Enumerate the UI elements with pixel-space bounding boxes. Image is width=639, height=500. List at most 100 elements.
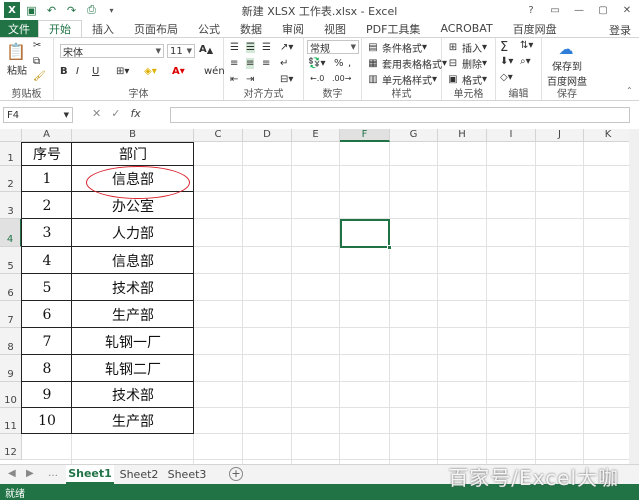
cell-b8[interactable]: 轧钢一厂 [72, 328, 194, 355]
tab-insert[interactable]: 插入 [82, 20, 124, 37]
number-format-select[interactable]: 常规 ▼ [307, 40, 359, 55]
merge-center-icon[interactable]: ⊟▾ [280, 74, 293, 85]
login-link[interactable]: 登录 [609, 22, 631, 38]
tab-acrobat[interactable]: ACROBAT [430, 20, 502, 37]
tab-view[interactable]: 视图 [314, 20, 356, 37]
cell-b1-header[interactable]: 部门 [72, 142, 194, 166]
name-box[interactable]: F4 ▼ [3, 107, 73, 123]
cell-a3[interactable]: 2 [22, 192, 72, 219]
decrease-indent-icon[interactable]: ⇤ [230, 74, 238, 85]
formula-input[interactable] [170, 107, 630, 123]
column-header-f[interactable]: F [340, 129, 390, 142]
help-button[interactable]: ? [519, 0, 543, 20]
row-header-2[interactable]: 2 [0, 166, 22, 192]
paste-button[interactable]: 📋 粘贴 [6, 40, 28, 78]
more-sheets-icon[interactable]: … [48, 468, 58, 479]
bold-button[interactable]: B [60, 66, 68, 77]
wrap-text-icon[interactable]: ↵ [280, 58, 288, 69]
tab-baidu-pan[interactable]: 百度网盘 [503, 20, 567, 37]
row-header-9[interactable]: 9 [0, 355, 22, 382]
comma-icon[interactable]: , [348, 58, 351, 69]
cell-b7[interactable]: 生产部 [72, 301, 194, 328]
column-header-k[interactable]: K [584, 129, 633, 142]
add-sheet-button[interactable]: + [229, 467, 243, 481]
insert-cells-button[interactable]: ⊞ 插入 ▾ [446, 40, 487, 55]
maximize-button[interactable]: ▢ [591, 0, 615, 20]
currency-icon[interactable]: 💱▾ [308, 58, 325, 69]
fill-color-icon[interactable]: ◈▾ [144, 66, 157, 77]
collapse-ribbon-icon[interactable]: ⌃ [626, 86, 633, 95]
fill-handle[interactable] [387, 245, 392, 250]
sort-filter-icon[interactable]: ⇅▾ [520, 40, 533, 51]
sheet-tab-sheet2[interactable]: Sheet2 [116, 465, 162, 484]
conditional-formatting-button[interactable]: ▤ 条件格式 ▾ [366, 40, 427, 55]
align-bottom-icon[interactable]: ☰ [262, 42, 271, 53]
column-header-h[interactable]: H [438, 129, 487, 142]
delete-cells-button[interactable]: ⊟ 删除 ▾ [446, 56, 487, 71]
align-middle-icon[interactable]: ☰ [246, 42, 255, 53]
tab-home[interactable]: 开始 [38, 20, 82, 37]
cancel-icon[interactable]: ✕ [92, 107, 101, 120]
cell-a6[interactable]: 5 [22, 274, 72, 301]
cell-b10[interactable]: 技术部 [72, 382, 194, 408]
format-painter-icon[interactable]: 🖌 [33, 71, 46, 82]
cell-a2[interactable]: 1 [22, 166, 72, 192]
cell-a4[interactable]: 3 [22, 219, 72, 247]
ribbon-display-button[interactable]: ▭ [543, 0, 567, 20]
cell-b6[interactable]: 技术部 [72, 274, 194, 301]
customize-qat-icon[interactable]: ▾ [103, 2, 120, 18]
tab-pdf-tools[interactable]: PDF工具集 [356, 20, 430, 37]
cell-a1-header[interactable]: 序号 [22, 142, 72, 166]
cell-a11[interactable]: 10 [22, 408, 72, 434]
font-name-select[interactable]: 宋体 ▼ [60, 44, 164, 59]
cell-b9[interactable]: 轧钢二厂 [72, 355, 194, 382]
align-top-icon[interactable]: ☰ [230, 42, 239, 53]
column-header-j[interactable]: J [536, 129, 584, 142]
tab-page-layout[interactable]: 页面布局 [124, 20, 188, 37]
column-header-e[interactable]: E [292, 129, 340, 142]
tab-formulas[interactable]: 公式 [188, 20, 230, 37]
next-sheet-icon[interactable]: ▶ [26, 468, 34, 479]
insert-function-icon[interactable]: fx [130, 107, 140, 120]
grow-font-icon[interactable]: A ▲ [199, 44, 213, 55]
sheet-tab-sheet1[interactable]: Sheet1 [66, 465, 114, 484]
cell-b4[interactable]: 人力部 [72, 219, 194, 247]
cell-a10[interactable]: 9 [22, 382, 72, 408]
align-right-icon[interactable]: ≡ [262, 58, 270, 69]
underline-button[interactable]: U [92, 66, 99, 77]
increase-indent-icon[interactable]: ⇥ [246, 74, 254, 85]
align-center-icon[interactable]: ≡ [246, 58, 255, 69]
cell-b5[interactable]: 信息部 [72, 247, 194, 274]
align-left-icon[interactable]: ≡ [230, 58, 238, 69]
column-header-b[interactable]: B [72, 129, 194, 142]
undo-icon[interactable]: ↶ [43, 2, 60, 18]
borders-icon[interactable]: ⊞▾ [116, 66, 129, 77]
row-header-11[interactable]: 11 [0, 408, 22, 434]
column-header-a[interactable]: A [22, 129, 72, 142]
copy-icon[interactable]: ⧉ [33, 56, 40, 67]
column-header-g[interactable]: G [390, 129, 438, 142]
column-header-c[interactable]: C [194, 129, 243, 142]
row-header-10[interactable]: 10 [0, 382, 22, 408]
row-header-6[interactable]: 6 [0, 274, 22, 301]
row-header-12[interactable]: 12 [0, 434, 22, 460]
cut-icon[interactable]: ✂ [33, 40, 41, 51]
tab-review[interactable]: 审阅 [272, 20, 314, 37]
redo-icon[interactable]: ↷ [63, 2, 80, 18]
font-size-select[interactable]: 11 ▼ [167, 44, 195, 58]
italic-button[interactable]: I [76, 66, 79, 77]
close-button[interactable]: ✕ [615, 0, 639, 20]
cell-b11[interactable]: 生产部 [72, 408, 194, 434]
format-as-table-button[interactable]: ▦ 套用表格格式 ▾ [366, 56, 447, 71]
save-icon[interactable]: ▣ [23, 2, 40, 18]
autosum-button[interactable]: Σ [500, 40, 508, 55]
find-select-icon[interactable]: ⌕▾ [520, 56, 531, 67]
row-header-3[interactable]: 3 [0, 192, 22, 219]
save-to-baidu-button[interactable]: ☁ 保存到 百度网盘 [544, 40, 590, 88]
cell-a9[interactable]: 8 [22, 355, 72, 382]
select-all-corner[interactable] [0, 129, 22, 142]
row-header-5[interactable]: 5 [0, 247, 22, 274]
percent-button[interactable]: % [334, 58, 344, 69]
increase-decimal-icon[interactable]: ←.0 [310, 74, 324, 83]
vertical-scrollbar[interactable] [629, 129, 639, 464]
